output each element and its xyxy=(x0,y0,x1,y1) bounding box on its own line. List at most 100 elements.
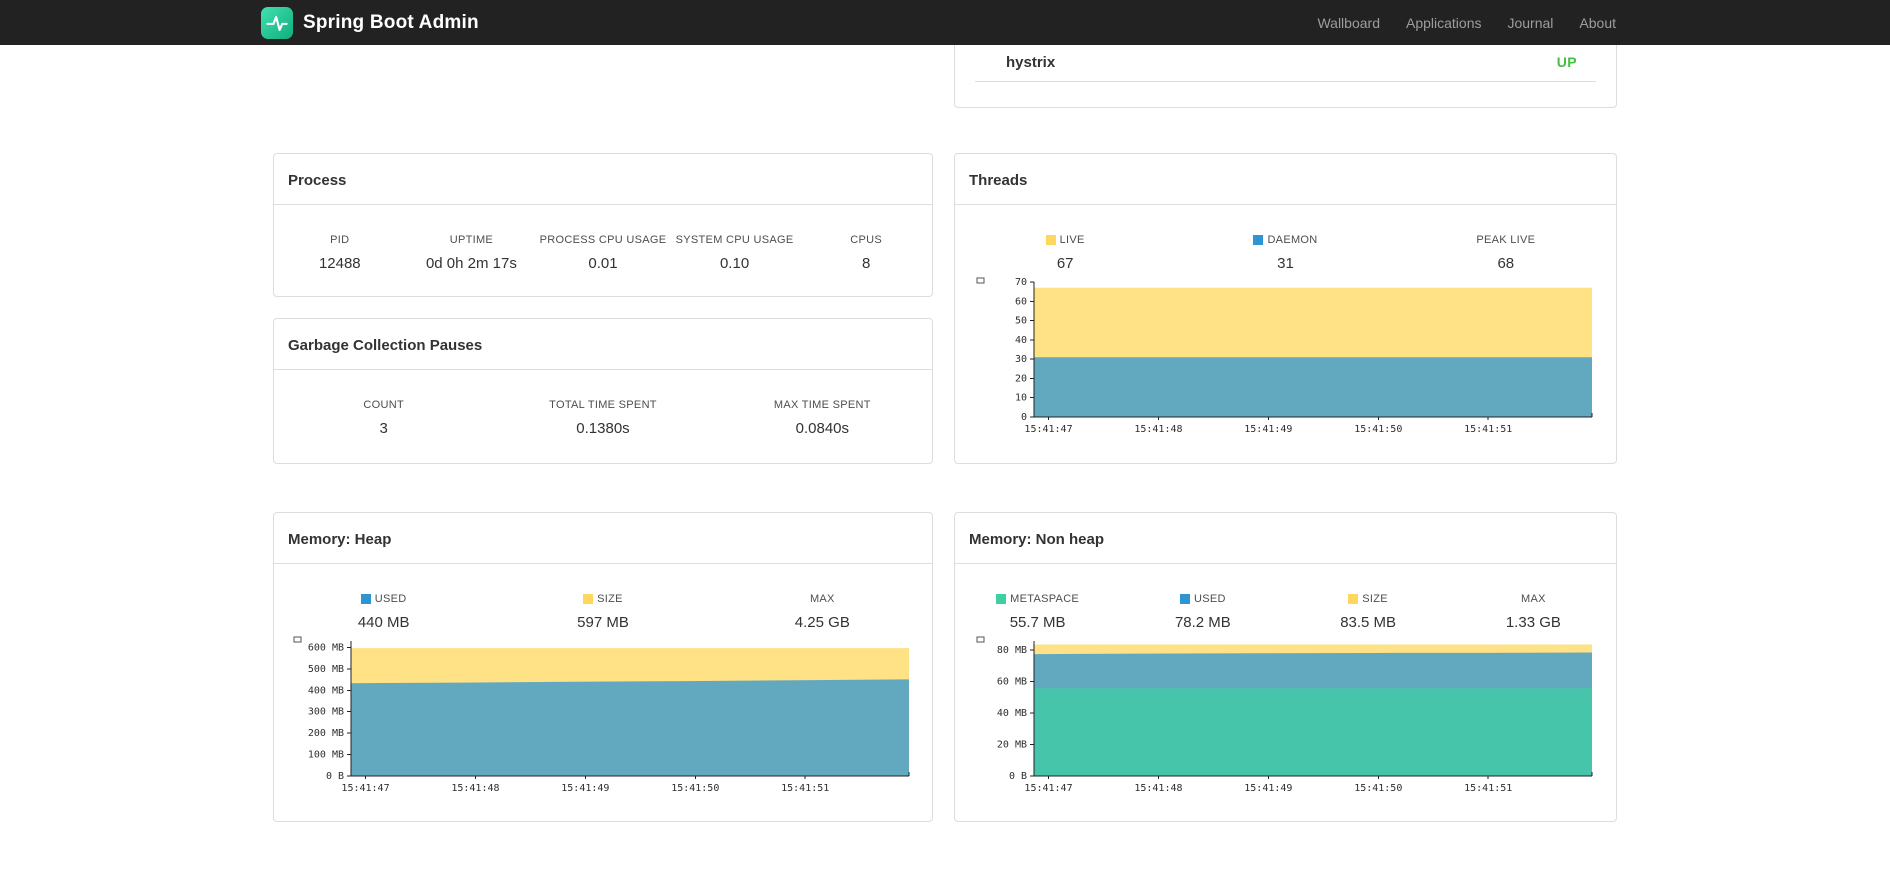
svg-text:0 B: 0 B xyxy=(1008,771,1026,782)
gc-card: Garbage Collection Pauses COUNT 3 TOTAL … xyxy=(273,318,933,464)
size-swatch xyxy=(1348,594,1359,604)
gc-card-title: Garbage Collection Pauses xyxy=(274,319,932,370)
svg-text:20: 20 xyxy=(1014,373,1026,384)
divider xyxy=(975,81,1596,82)
daemon-swatch xyxy=(1253,235,1264,245)
svg-text:200 MB: 200 MB xyxy=(308,728,344,739)
stat-system-cpu-usage: SYSTEM CPU USAGE 0.10 xyxy=(675,234,794,272)
nonheap-card-title: Memory: Non heap xyxy=(955,513,1616,564)
memory-nonheap-card: Memory: Non heap METASPACE 55.7 MB USED xyxy=(954,512,1617,822)
heap-chart: 0 B 100 MB 200 MB 300 MB 400 MB 500 MB 600 MB 1… xyxy=(293,636,910,794)
svg-text:15:41:49: 15:41:49 xyxy=(1244,783,1292,794)
legend-item-size: SIZE 83.5 MB xyxy=(1340,593,1397,631)
legend-item-daemon: DAEMON 31 xyxy=(1175,234,1395,272)
nav-item-wallboard[interactable]: Wallboard xyxy=(1304,15,1393,31)
memory-heap-card: Memory: Heap USED 440 MB SIZE 597 MB MAX… xyxy=(273,512,933,822)
svg-text:70: 70 xyxy=(1014,277,1026,288)
spring-boot-admin-logo-icon xyxy=(261,6,293,39)
nonheap-legend: METASPACE 55.7 MB USED 78.2 MB SIZE 83.5… xyxy=(955,564,1616,631)
health-item-name: hystrix xyxy=(1006,54,1056,71)
svg-text:40: 40 xyxy=(1014,335,1026,346)
svg-text:500 MB: 500 MB xyxy=(308,664,344,675)
metaspace-swatch xyxy=(996,594,1007,604)
svg-text:15:41:48: 15:41:48 xyxy=(1134,424,1182,435)
nonheap-chart: 0 B 20 MB 40 MB 60 MB 80 MB 15:41:47 15:41:48 1… xyxy=(976,636,1592,794)
brand-title: Spring Boot Admin xyxy=(303,11,479,33)
page: Spring Boot Admin Wallboard Applications… xyxy=(0,0,1890,892)
svg-text:15:41:48: 15:41:48 xyxy=(451,783,499,794)
process-card-title: Process xyxy=(274,154,932,205)
legend-item-max: MAX 1.33 GB xyxy=(1505,593,1561,631)
svg-text:30: 30 xyxy=(1014,354,1026,365)
stat-gc-total-time: TOTAL TIME SPENT 0.1380s xyxy=(549,399,657,437)
process-stats: PID 12488 UPTIME 0d 0h 2m 17s PROCESS CP… xyxy=(274,205,932,272)
size-swatch xyxy=(583,594,594,604)
used-swatch xyxy=(360,594,371,604)
threads-chart-wrap: 0 10 20 30 40 50 60 70 15:41:47 15:41:48 15:41:49 1… xyxy=(976,274,1596,447)
legend-item-live: LIVE 67 xyxy=(955,234,1175,272)
svg-text:15:41:51: 15:41:51 xyxy=(1464,424,1512,435)
nav-item-journal[interactable]: Journal xyxy=(1494,15,1566,31)
stat-gc-max-time: MAX TIME SPENT 0.0840s xyxy=(773,399,871,437)
svg-text:15:41:50: 15:41:50 xyxy=(1354,424,1402,435)
navbar: Spring Boot Admin Wallboard Applications… xyxy=(0,0,1890,45)
svg-text:15:41:47: 15:41:47 xyxy=(341,783,389,794)
heap-chart-wrap: 0 B 100 MB 200 MB 300 MB 400 MB 500 MB 600 MB 1… xyxy=(293,633,913,806)
status-badge: UP xyxy=(1556,54,1577,70)
gc-stats: COUNT 3 TOTAL TIME SPENT 0.1380s MAX TIM… xyxy=(274,370,932,437)
stat-gc-count: COUNT 3 xyxy=(363,399,404,437)
svg-text:60: 60 xyxy=(1014,296,1026,307)
heap-card-title: Memory: Heap xyxy=(274,513,932,564)
svg-text:15:41:47: 15:41:47 xyxy=(1024,424,1072,435)
threads-card-title: Threads xyxy=(955,154,1616,205)
nonheap-chart-wrap: 0 B 20 MB 40 MB 60 MB 80 MB 15:41:47 15:41:48 1… xyxy=(976,633,1596,806)
stat-uptime: UPTIME 0d 0h 2m 17s xyxy=(425,234,517,272)
main-content: hystrix UP Process PID 12488 UPTIME 0d 0… xyxy=(273,45,1617,822)
nav-links: Wallboard Applications Journal About xyxy=(1304,15,1629,31)
svg-text:15:41:49: 15:41:49 xyxy=(1244,424,1292,435)
brand[interactable]: Spring Boot Admin xyxy=(261,6,479,39)
svg-text:15:41:50: 15:41:50 xyxy=(671,783,719,794)
svg-text:10: 10 xyxy=(1014,393,1026,404)
nav-item-about[interactable]: About xyxy=(1566,15,1629,31)
svg-text:600 MB: 600 MB xyxy=(308,642,344,653)
used-swatch xyxy=(1179,594,1190,604)
legend-item-used: USED 440 MB xyxy=(357,593,410,631)
svg-text:15:41:49: 15:41:49 xyxy=(561,783,609,794)
stat-pid: PID 12488 xyxy=(318,234,361,272)
stat-process-cpu-usage: PROCESS CPU USAGE 0.01 xyxy=(539,234,667,272)
svg-text:0 B: 0 B xyxy=(326,771,344,782)
legend-item-used: USED 78.2 MB xyxy=(1174,593,1231,631)
navbar-inner: Spring Boot Admin Wallboard Applications… xyxy=(261,0,1629,45)
svg-text:300 MB: 300 MB xyxy=(308,707,344,718)
top-row: hystrix UP xyxy=(273,45,1617,108)
row-memory: Memory: Heap USED 440 MB SIZE 597 MB MAX… xyxy=(273,512,1617,822)
nav-item-applications[interactable]: Applications xyxy=(1393,15,1495,31)
svg-text:100 MB: 100 MB xyxy=(308,750,344,761)
legend-item-size: SIZE 597 MB xyxy=(577,593,629,631)
legend-item-peak-live: PEAK LIVE 68 xyxy=(1476,234,1536,272)
svg-text:15:41:51: 15:41:51 xyxy=(1464,783,1512,794)
row-process-threads: Process PID 12488 UPTIME 0d 0h 2m 17s PR… xyxy=(273,153,1617,464)
svg-text:15:41:47: 15:41:47 xyxy=(1024,783,1072,794)
svg-text:60 MB: 60 MB xyxy=(996,676,1026,687)
heap-legend: USED 440 MB SIZE 597 MB MAX 4.25 GB xyxy=(274,564,932,631)
svg-text:400 MB: 400 MB xyxy=(308,685,344,696)
svg-text:15:41:51: 15:41:51 xyxy=(781,783,829,794)
stat-cpus: CPUS 8 xyxy=(850,234,883,272)
svg-text:50: 50 xyxy=(1014,316,1026,327)
svg-text:20 MB: 20 MB xyxy=(996,739,1026,750)
legend-item-max: MAX 4.25 GB xyxy=(794,593,850,631)
threads-card: Threads LIVE 67 DAEMON 31 PEAK LIVE 68 0… xyxy=(954,153,1617,464)
threads-chart: 0 10 20 30 40 50 60 70 15:41:47 15:41:48 15:41:49 1… xyxy=(976,277,1592,435)
left-column: Process PID 12488 UPTIME 0d 0h 2m 17s PR… xyxy=(273,153,933,464)
svg-text:0: 0 xyxy=(1020,412,1026,423)
legend-item-metaspace: METASPACE 55.7 MB xyxy=(955,593,1120,631)
health-row-hystrix: hystrix UP xyxy=(955,45,1616,81)
live-swatch xyxy=(1045,235,1056,245)
svg-text:80 MB: 80 MB xyxy=(996,645,1026,656)
svg-text:15:41:48: 15:41:48 xyxy=(1134,783,1182,794)
health-card: hystrix UP xyxy=(954,45,1617,108)
svg-text:40 MB: 40 MB xyxy=(996,708,1026,719)
process-card: Process PID 12488 UPTIME 0d 0h 2m 17s PR… xyxy=(273,153,933,297)
